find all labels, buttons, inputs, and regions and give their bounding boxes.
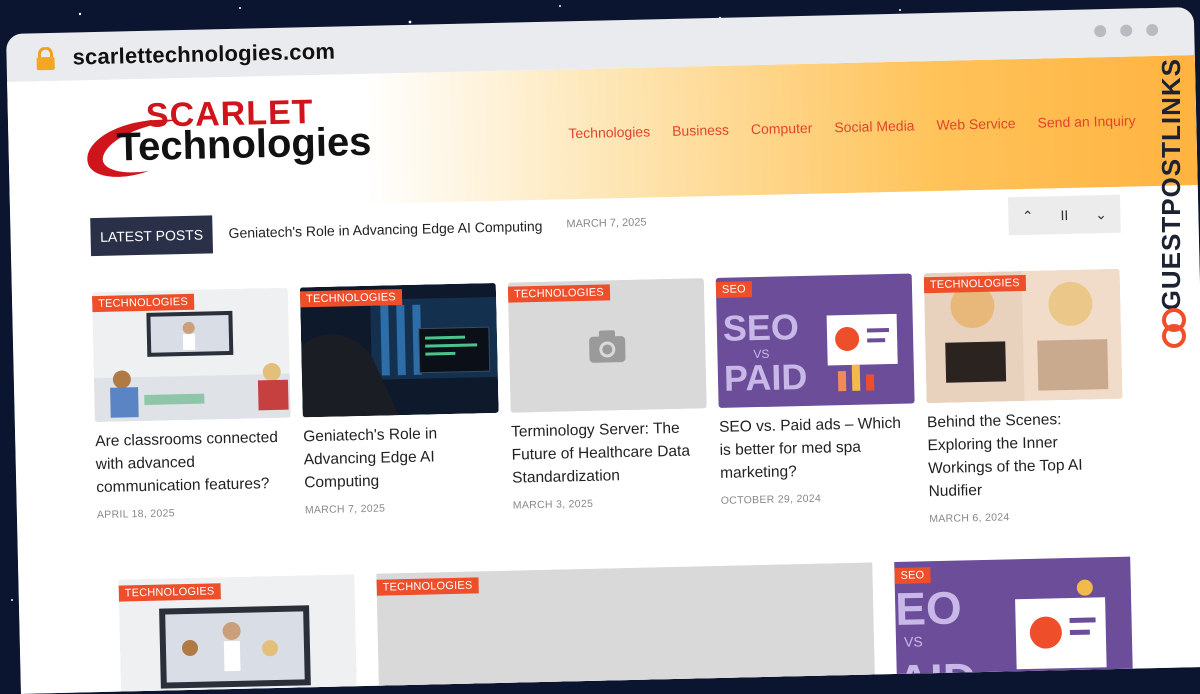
window-dot-icon[interactable] <box>1094 25 1107 38</box>
window-dot-icon[interactable] <box>1146 23 1159 37</box>
featured-posts-row: TECHNOLOGIES TECHNOLOGIES SEO EO VS AID <box>98 556 1141 694</box>
category-badge[interactable]: TECHNOLOGIES <box>376 577 479 596</box>
nav-item-web-service[interactable]: Web Service <box>936 115 1015 133</box>
nav-item-send-inquiry[interactable]: Send an Inquiry <box>1037 112 1135 130</box>
nav-item-business[interactable]: Business <box>672 122 729 139</box>
ticker-post-title[interactable]: Geniatech's Role in Advancing Edge AI Co… <box>228 218 542 241</box>
ticker-post-date: MARCH 7, 2025 <box>566 216 647 231</box>
window-controls <box>1094 23 1159 38</box>
category-badge[interactable]: SEO <box>715 281 753 298</box>
post-card[interactable]: TECHNOLOGIES Geniatech's Role in Advanci… <box>299 282 502 539</box>
post-thumbnail[interactable]: SEO SEO VS PAID <box>715 273 915 408</box>
chevron-up-icon[interactable]: ⌃ <box>1022 207 1034 224</box>
main-nav: Technologies Business Computer Social Me… <box>568 112 1136 141</box>
post-date: MARCH 3, 2025 <box>512 497 594 512</box>
ticker-controls: ⌃ II ⌄ <box>1007 194 1121 236</box>
post-thumbnail[interactable]: TECHNOLOGIES <box>91 287 291 423</box>
post-thumbnail[interactable]: TECHNOLOGIES <box>299 282 499 418</box>
post-title[interactable]: Behind the Scenes: Exploring the Inner W… <box>927 407 1125 503</box>
logo-line-2: Technologies <box>116 119 372 170</box>
featured-post[interactable]: SEO EO VS AID <box>894 556 1134 694</box>
post-title[interactable]: Terminology Server: The Future of Health… <box>511 416 709 489</box>
post-thumbnail[interactable]: TECHNOLOGIES <box>507 278 707 413</box>
post-card[interactable]: TECHNOLOGIES Terminology Server: The Fut… <box>507 278 710 534</box>
browser-window: scarlettechnologies.com SCARLET Technolo… <box>6 7 1200 694</box>
pause-icon[interactable]: II <box>1060 207 1068 223</box>
post-title[interactable]: Are classrooms connected with advanced c… <box>95 426 293 499</box>
window-dot-icon[interactable] <box>1120 24 1133 37</box>
post-date: OCTOBER 29, 2024 <box>720 492 822 507</box>
page-viewport: SCARLET Technologies Technologies Busine… <box>7 55 1200 694</box>
url-text[interactable]: scarlettechnologies.com <box>72 39 335 71</box>
post-thumbnail[interactable]: TECHNOLOGIES <box>923 268 1123 404</box>
post-card[interactable]: TECHNOLOGIES Are classrooms connected wi… <box>91 287 294 544</box>
site-header: SCARLET Technologies Technologies Busine… <box>7 55 1198 212</box>
category-badge[interactable]: TECHNOLOGIES <box>507 284 611 303</box>
featured-post[interactable]: TECHNOLOGIES <box>376 562 876 694</box>
guestpostlinks-watermark: GUESTPOSTLINKS <box>1156 58 1194 358</box>
latest-posts-grid: TECHNOLOGIES Are classrooms connected wi… <box>91 268 1137 545</box>
nav-item-social-media[interactable]: Social Media <box>834 117 914 135</box>
link-icon <box>1162 308 1186 348</box>
site-logo[interactable]: SCARLET Technologies <box>77 92 379 189</box>
post-date: APRIL 18, 2025 <box>96 507 176 522</box>
ticker-label: LATEST POSTS <box>90 215 214 257</box>
featured-post[interactable]: TECHNOLOGIES <box>118 574 358 694</box>
nav-item-technologies[interactable]: Technologies <box>568 123 650 141</box>
post-card[interactable]: TECHNOLOGIES Behind the Scenes: Explorin… <box>923 268 1126 526</box>
category-badge[interactable]: TECHNOLOGIES <box>923 274 1026 294</box>
post-title[interactable]: SEO vs. Paid ads – Which is better for m… <box>719 411 917 484</box>
category-badge[interactable]: TECHNOLOGIES <box>118 583 221 602</box>
post-title[interactable]: Geniatech's Role in Advancing Edge AI Co… <box>303 421 501 494</box>
nav-item-computer[interactable]: Computer <box>751 120 813 137</box>
category-badge[interactable]: TECHNOLOGIES <box>299 289 403 308</box>
lock-icon <box>36 46 55 71</box>
post-date: MARCH 7, 2025 <box>304 502 386 517</box>
category-badge[interactable]: TECHNOLOGIES <box>91 293 195 313</box>
category-badge[interactable]: SEO <box>894 567 931 584</box>
post-card[interactable]: SEO SEO VS PAID SEO vs. Paid ads – Which <box>715 273 918 530</box>
post-date: MARCH 6, 2024 <box>929 511 1010 526</box>
chevron-down-icon[interactable]: ⌄ <box>1095 206 1107 223</box>
watermark-text: GUESTPOSTLINKS <box>1156 58 1186 311</box>
